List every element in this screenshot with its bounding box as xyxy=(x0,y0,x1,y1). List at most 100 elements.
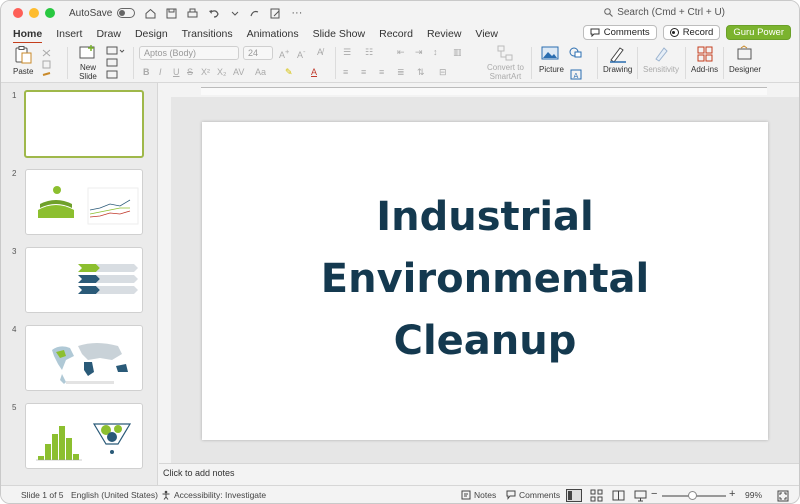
superscript-icon[interactable]: X² xyxy=(201,67,210,77)
zoom-out-icon[interactable]: − xyxy=(651,488,657,500)
ribbon-separator xyxy=(637,47,638,79)
shapes-textbox-icons[interactable]: A xyxy=(569,47,585,81)
tab-view[interactable]: View xyxy=(475,28,498,40)
layout-section-icons[interactable] xyxy=(106,46,128,80)
tab-record[interactable]: Record xyxy=(379,28,413,40)
record-button[interactable]: Record xyxy=(662,25,721,40)
ruler-scale xyxy=(201,87,767,95)
align-left-icon[interactable]: ≡ xyxy=(343,67,348,77)
paste-button[interactable]: Paste xyxy=(13,45,33,76)
align-center-icon[interactable]: ≡ xyxy=(361,67,366,77)
guru-power-button[interactable]: Guru Power xyxy=(726,25,791,40)
columns-icon[interactable]: ▥ xyxy=(453,47,462,58)
drawing-button[interactable]: Drawing xyxy=(603,45,632,74)
designer-button[interactable]: Designer xyxy=(729,45,761,74)
notes-toggle-button[interactable]: Notes xyxy=(461,490,496,500)
save-icon[interactable] xyxy=(166,8,177,19)
add-ins-icon xyxy=(697,46,713,62)
slide-title[interactable]: Industrial Environmental Cleanup xyxy=(202,186,768,372)
language-status[interactable]: English (United States) xyxy=(71,490,158,500)
tab-design[interactable]: Design xyxy=(135,28,168,40)
sensitivity-button[interactable]: Sensitivity xyxy=(643,45,679,74)
change-case-icon[interactable]: Aa xyxy=(255,67,266,77)
tab-animations[interactable]: Animations xyxy=(247,28,299,40)
tab-review[interactable]: Review xyxy=(427,28,461,40)
close-window-button[interactable] xyxy=(13,8,23,18)
tab-transitions[interactable]: Transitions xyxy=(182,28,233,40)
current-slide[interactable]: Industrial Environmental Cleanup xyxy=(202,122,768,440)
autosave-toggle[interactable] xyxy=(117,8,136,18)
slide-editing-area: Industrial Environmental Cleanup xyxy=(159,97,799,463)
font-size-select[interactable]: 24 xyxy=(243,46,273,60)
add-ins-button[interactable]: Add-ins xyxy=(691,45,718,74)
search-box[interactable]: Search (Cmd + Ctrl + U) xyxy=(604,7,725,18)
undo-dropdown-icon[interactable] xyxy=(231,8,239,19)
undo-icon[interactable] xyxy=(208,8,221,19)
line-spacing-icon[interactable]: ↕ xyxy=(433,47,438,57)
comments-button-label: Comments xyxy=(603,27,650,38)
underline-icon[interactable]: U xyxy=(173,67,180,77)
thumbnail-2-graphics xyxy=(38,186,139,225)
reading-view-icon[interactable] xyxy=(612,489,625,502)
numbering-icon[interactable]: ☷ xyxy=(365,47,373,58)
status-bar: Slide 1 of 5 English (United States) Acc… xyxy=(1,485,799,503)
font-name-select[interactable]: Aptos (Body) xyxy=(139,46,239,60)
thumbnail-3-graphics xyxy=(78,264,138,294)
font-color-icon[interactable]: A xyxy=(311,67,317,77)
minimize-window-button[interactable] xyxy=(29,8,39,18)
bold-icon[interactable]: B xyxy=(143,67,150,77)
bullets-icon[interactable]: ☰ xyxy=(343,47,351,58)
subscript-icon[interactable]: X₂ xyxy=(217,67,227,77)
clear-format-icon[interactable]: A̸ xyxy=(317,47,323,57)
tab-draw[interactable]: Draw xyxy=(96,28,121,40)
slide-sorter-icon[interactable] xyxy=(590,489,603,502)
convert-to-smartart-button[interactable]: Convert to SmartArt xyxy=(487,45,524,81)
more-commands-icon[interactable]: ··· xyxy=(291,7,302,19)
character-spacing-icon[interactable]: AV xyxy=(233,67,244,77)
ribbon-separator xyxy=(133,47,134,79)
fit-to-window-icon[interactable] xyxy=(777,490,789,502)
slide-number: 5 xyxy=(12,403,17,412)
slide-thumbnail-5[interactable] xyxy=(25,403,143,469)
tab-insert[interactable]: Insert xyxy=(56,28,82,40)
zoom-in-icon[interactable]: + xyxy=(729,488,735,500)
print-icon[interactable] xyxy=(187,8,198,19)
slide-thumbnail-2[interactable] xyxy=(25,169,143,235)
tab-slide-show[interactable]: Slide Show xyxy=(313,28,366,40)
comments-button[interactable]: Comments xyxy=(582,25,657,40)
slide-thumbnail-1[interactable] xyxy=(24,90,144,158)
new-slide-button[interactable]: New Slide xyxy=(79,45,97,81)
zoom-level[interactable]: 99% xyxy=(745,490,762,500)
notes-pane[interactable]: Click to add notes xyxy=(159,463,799,485)
text-direction-icon[interactable]: ⇅ xyxy=(417,67,425,78)
zoom-slider-handle[interactable] xyxy=(688,491,697,500)
decrease-font-icon[interactable]: A- xyxy=(297,47,306,60)
clipboard-tools-icons[interactable] xyxy=(41,47,53,81)
justify-icon[interactable]: ≣ xyxy=(397,67,405,78)
decrease-indent-icon[interactable]: ⇤ xyxy=(397,47,405,58)
zoom-window-button[interactable] xyxy=(45,8,55,18)
normal-view-icon[interactable] xyxy=(566,489,582,502)
slide-number: 2 xyxy=(12,169,17,178)
picture-button[interactable]: Picture xyxy=(539,45,564,74)
comments-toggle-button[interactable]: Comments xyxy=(506,490,560,500)
accessibility-status[interactable]: Accessibility: Investigate xyxy=(161,490,266,500)
increase-font-icon[interactable]: A+ xyxy=(279,47,289,60)
tab-home[interactable]: Home xyxy=(13,28,43,44)
slide-thumbnail-4[interactable] xyxy=(25,325,143,391)
italic-icon[interactable]: I xyxy=(159,67,162,77)
highlight-icon[interactable]: ✎ xyxy=(285,67,293,78)
convert-smartart-label: Convert to SmartArt xyxy=(487,63,524,81)
quick-access-toolbar: ··· xyxy=(145,7,302,19)
slide-thumbnail-3[interactable] xyxy=(25,247,143,313)
slide-show-icon[interactable] xyxy=(634,489,647,502)
strikethrough-icon[interactable]: S xyxy=(187,67,193,77)
home-icon[interactable] xyxy=(145,8,156,19)
guru-power-label: Guru Power xyxy=(733,27,784,38)
increase-indent-icon[interactable]: ⇥ xyxy=(415,47,423,58)
redo-icon[interactable] xyxy=(249,8,260,19)
new-slide-label-line2: Slide xyxy=(79,72,97,81)
align-right-icon[interactable]: ≡ xyxy=(379,67,384,77)
align-text-icon[interactable]: ⊟ xyxy=(439,67,447,78)
edit-document-icon[interactable] xyxy=(270,8,281,19)
